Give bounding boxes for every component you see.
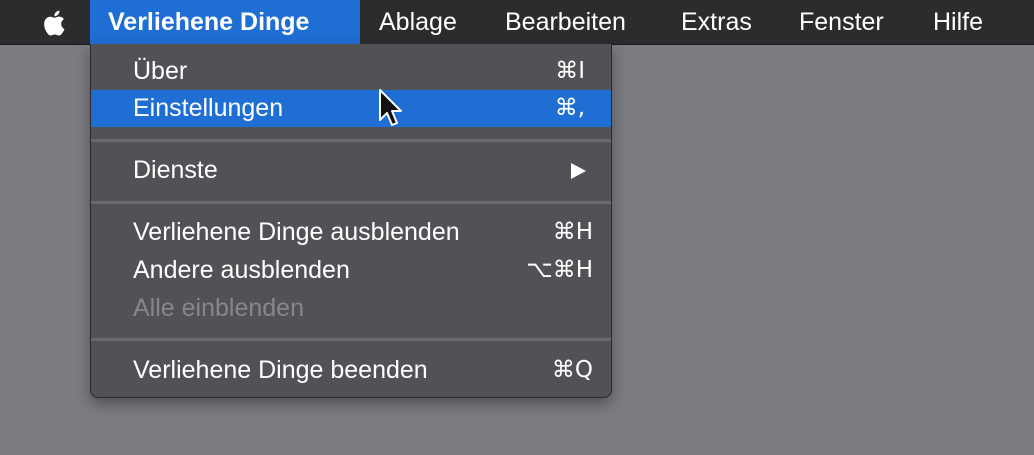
menu-item-shortcut: ⌘Q [551, 357, 593, 383]
menu-item-label: Über [133, 57, 188, 85]
menu-item-shortcut: ⌘H [552, 219, 593, 245]
menu-item-label: Andere ausblenden [133, 256, 350, 284]
menu-item-hide-app[interactable]: Verliehene Dinge ausblenden ⌘H [91, 214, 611, 251]
arrow-pointer-icon [379, 89, 402, 126]
menu-item-services[interactable]: Dienste [91, 152, 611, 189]
menu-item-about[interactable]: Über ⌘I [91, 53, 611, 90]
menu-item-label: Alle einblenden [133, 294, 304, 322]
menubar-item-extras[interactable]: Extras [681, 0, 752, 44]
menu-item-shortcut: ⌘I [555, 58, 585, 84]
app-dropdown-menu: Über ⌘I Einstellungen ⌘, Dienste Verlieh… [90, 44, 612, 398]
menu-item-label: Einstellungen [133, 94, 284, 122]
menu-item-quit[interactable]: Verliehene Dinge beenden ⌘Q [91, 352, 611, 389]
menu-separator [91, 201, 611, 204]
triangle-right-icon [571, 163, 586, 179]
menu-item-label: Dienste [133, 156, 218, 184]
menu-item-show-all: Alle einblenden [91, 290, 611, 327]
menubar-item-app[interactable]: Verliehene Dinge [90, 0, 360, 44]
menubar-item-ablage[interactable]: Ablage [379, 0, 457, 44]
apple-logo-icon[interactable] [38, 6, 72, 40]
menu-item-shortcut: ⌥⌘H [526, 257, 593, 283]
menu-item-shortcut: ⌘, [554, 95, 585, 121]
menu-item-preferences[interactable]: Einstellungen ⌘, [91, 90, 611, 127]
menubar-item-fenster[interactable]: Fenster [799, 0, 884, 44]
menu-bar: Verliehene Dinge Ablage Bearbeiten Extra… [0, 0, 1034, 45]
menu-separator [91, 139, 611, 142]
menu-separator [91, 338, 611, 341]
menubar-item-bearbeiten[interactable]: Bearbeiten [505, 0, 626, 44]
menu-item-hide-others[interactable]: Andere ausblenden ⌥⌘H [91, 252, 611, 289]
menubar-item-hilfe[interactable]: Hilfe [933, 0, 983, 44]
menu-item-label: Verliehene Dinge beenden [133, 356, 428, 384]
menu-item-label: Verliehene Dinge ausblenden [133, 218, 460, 246]
